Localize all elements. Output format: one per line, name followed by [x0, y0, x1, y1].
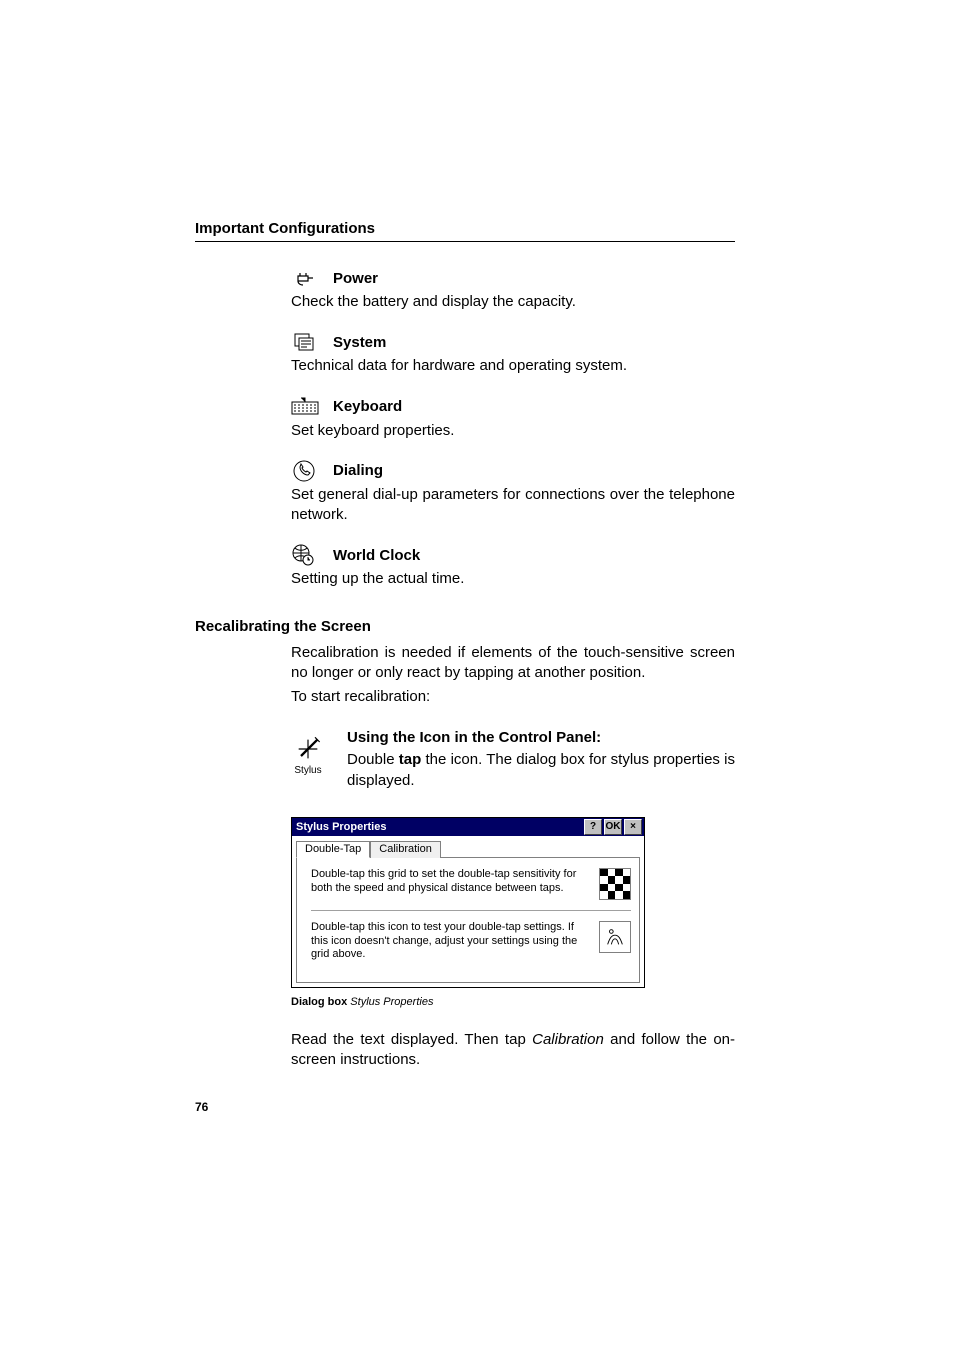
item-label: Power [333, 270, 378, 287]
config-item-keyboard: Keyboard Set keyboard properties. [291, 395, 735, 441]
text-bold: tap [399, 751, 422, 768]
help-button[interactable]: ? [584, 819, 602, 835]
config-item-dialing: Dialing Set general dial-up parameters f… [291, 459, 735, 526]
tab-panel: Double-tap this grid to set the double-t… [296, 857, 640, 983]
dialog-titlebar: Stylus Properties ? OK × [292, 818, 644, 836]
power-plug-icon [291, 266, 319, 290]
stylus-heading: Using the Icon in the Control Panel: [347, 729, 735, 746]
item-label: Keyboard [333, 398, 402, 415]
double-tap-grid[interactable] [599, 868, 631, 900]
item-desc: Set general dial-up parameters for conne… [291, 485, 735, 526]
phone-icon [291, 459, 319, 483]
section-header: Important Configurations [195, 220, 735, 242]
page-number: 76 [195, 1100, 208, 1114]
item-desc: Check the battery and display the capaci… [291, 292, 735, 312]
caption-bold: Dialog box [291, 996, 347, 1008]
dialog-instruction-1: Double-tap this grid to set the double-t… [311, 868, 589, 896]
item-label: World Clock [333, 547, 420, 564]
dialog-title: Stylus Properties [294, 821, 582, 833]
ok-button[interactable]: OK [604, 819, 622, 835]
config-item-system: System Technical data for hardware and o… [291, 330, 735, 376]
config-item-power: Power Check the battery and display the … [291, 266, 735, 312]
text-italic: Calibration [532, 1031, 604, 1048]
system-icon [291, 330, 319, 354]
item-label: System [333, 334, 386, 351]
figure-caption: Dialog box Stylus Properties [291, 996, 735, 1008]
dialog-instruction-2: Double-tap this icon to test your double… [311, 921, 589, 962]
item-label: Dialing [333, 462, 383, 479]
close-button[interactable]: × [624, 819, 642, 835]
divider [311, 910, 631, 911]
stylus-icon-caption: Stylus [294, 765, 321, 776]
item-desc: Technical data for hardware and operatin… [291, 356, 735, 376]
item-desc: Setting up the actual time. [291, 569, 735, 589]
recal-paragraph-2: To start recalibration: [291, 687, 735, 707]
final-instruction: Read the text displayed. Then tap Calibr… [291, 1030, 735, 1071]
caption-italic: Stylus Properties [350, 996, 433, 1008]
stylus-body: Double tap the icon. The dialog box for … [347, 750, 735, 791]
stylus-control-panel-icon: Stylus [291, 735, 325, 791]
item-desc: Set keyboard properties. [291, 421, 735, 441]
dialog-stylus-properties: Stylus Properties ? OK × Double-Tap Cali… [291, 817, 645, 988]
config-item-world-clock: World Clock Setting up the actual time. [291, 543, 735, 589]
text: Read the text displayed. Then tap [291, 1031, 532, 1048]
keyboard-icon [291, 395, 319, 419]
tab-calibration[interactable]: Calibration [370, 841, 441, 858]
recal-paragraph-1: Recalibration is needed if elements of t… [291, 643, 735, 684]
recalibrating-heading: Recalibrating the Screen [195, 618, 735, 635]
text: Double [347, 751, 399, 768]
globe-clock-icon [291, 543, 319, 567]
tab-double-tap[interactable]: Double-Tap [296, 841, 370, 858]
double-tap-test-icon[interactable] [599, 921, 631, 953]
